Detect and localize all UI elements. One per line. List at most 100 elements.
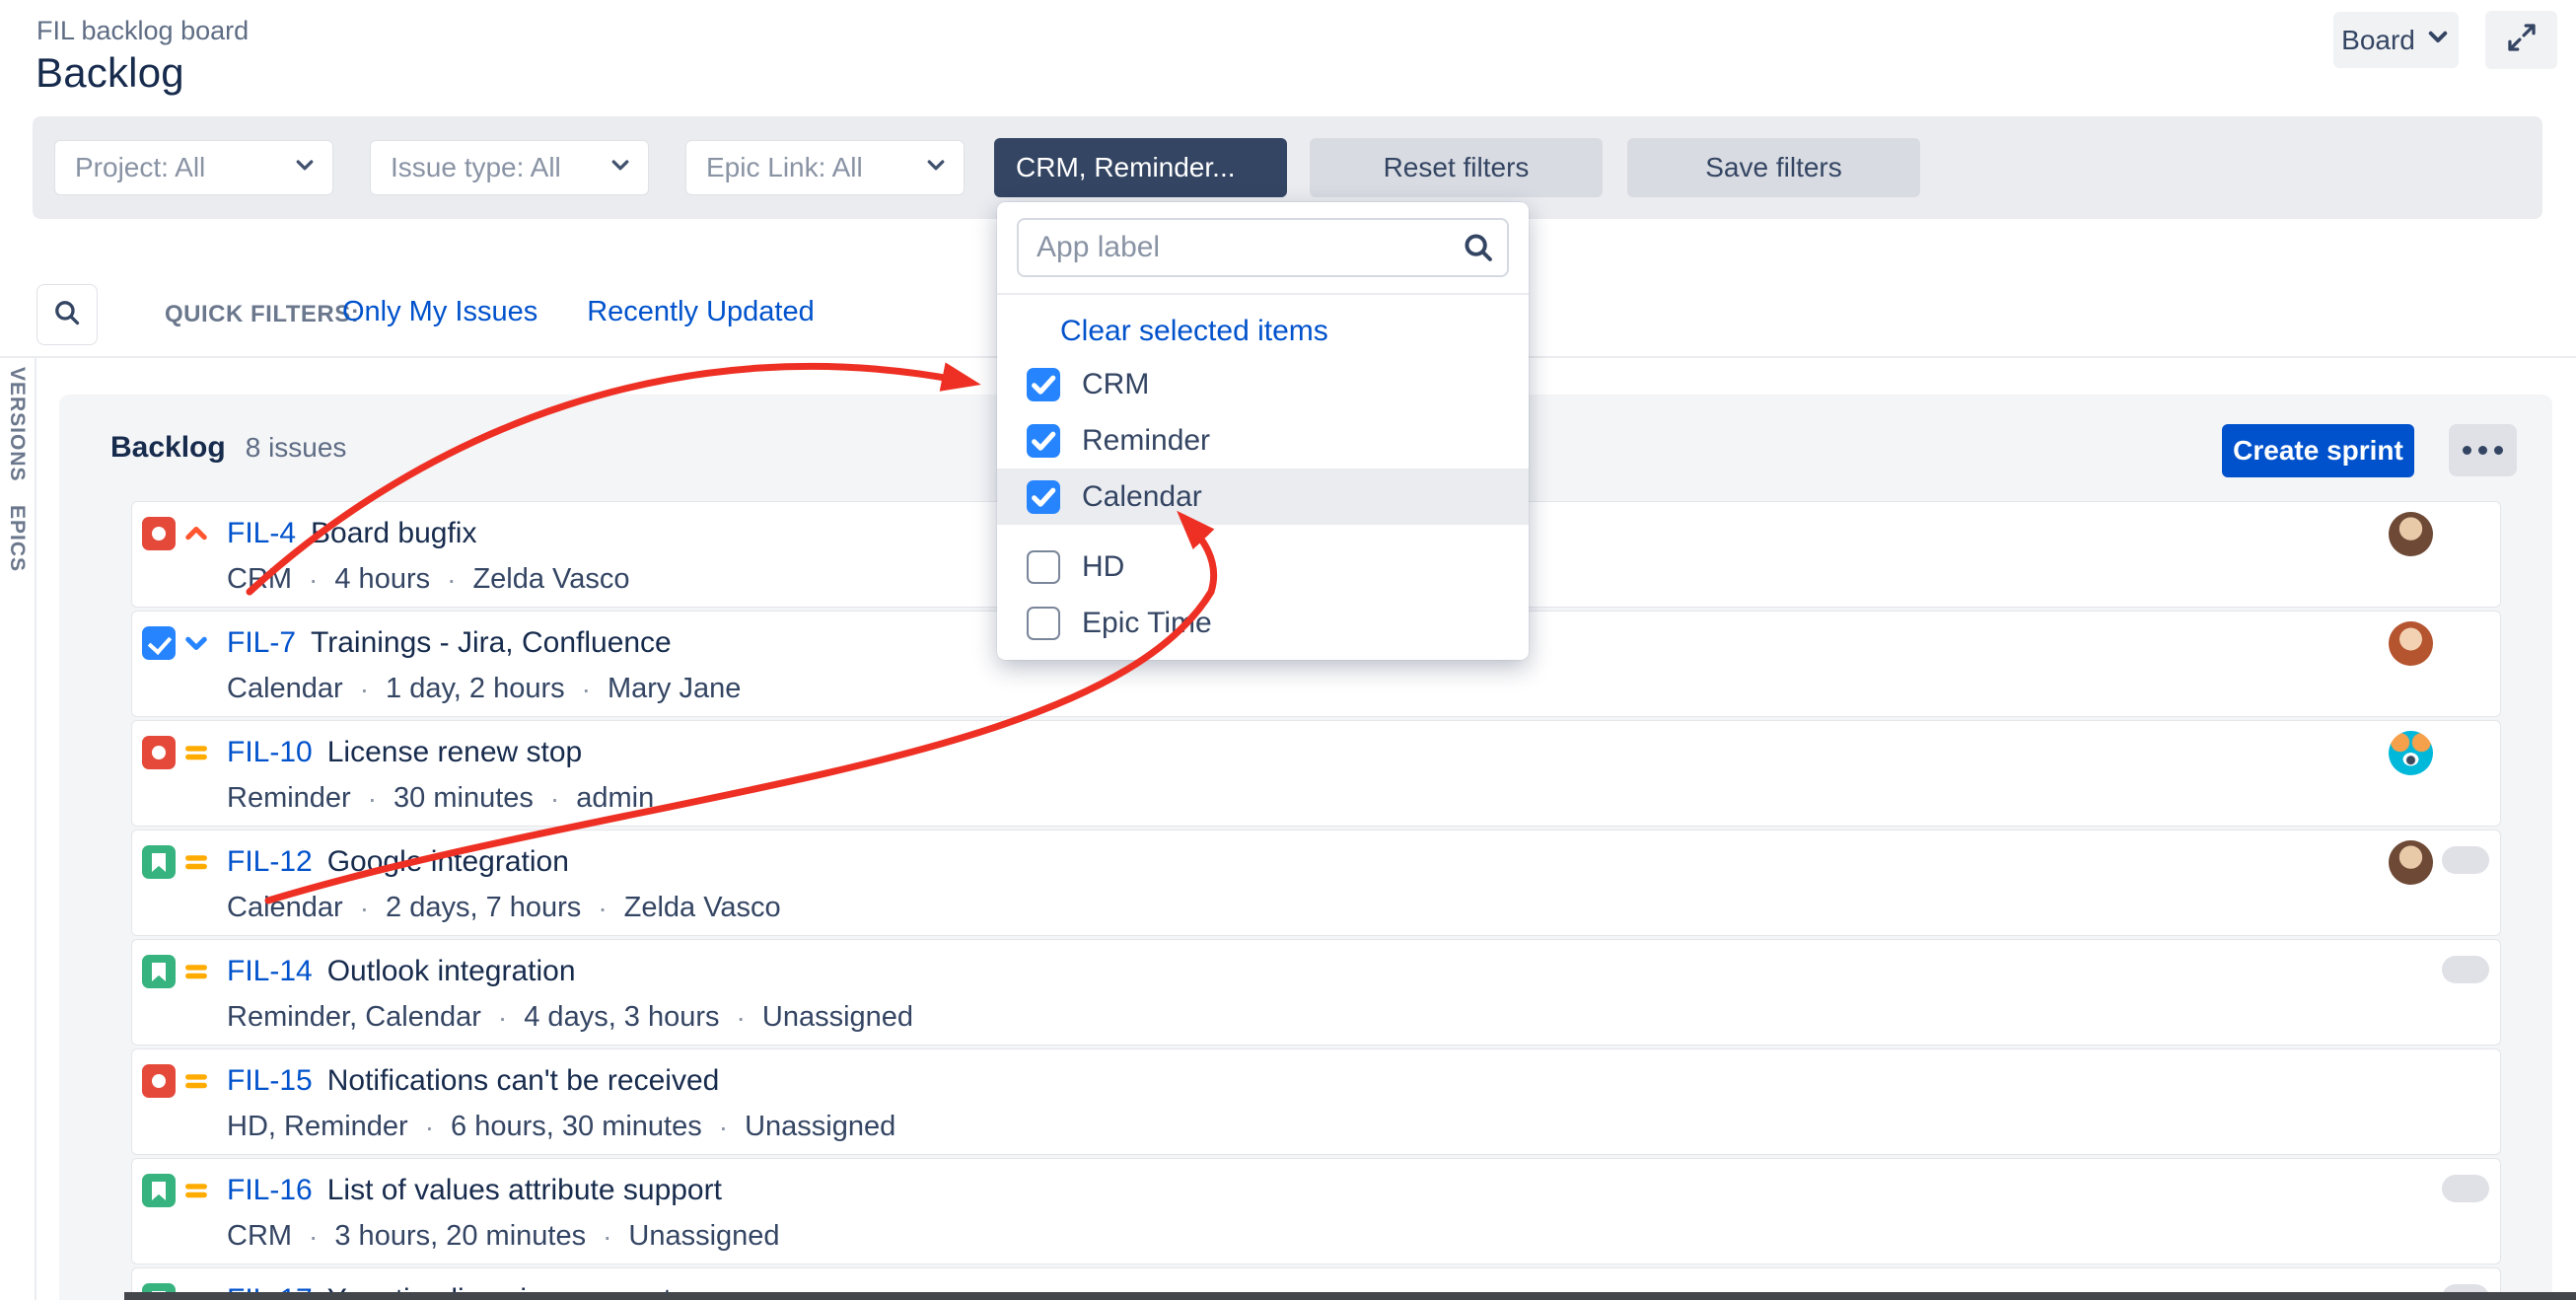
search-button[interactable] bbox=[36, 284, 98, 345]
priority-medium-icon bbox=[181, 738, 211, 767]
priority-medium-icon bbox=[181, 1066, 211, 1096]
assignee-avatar[interactable] bbox=[2389, 840, 2433, 885]
issue-card-fil-12[interactable]: FIL-12Google integrationCalendar·2 days,… bbox=[131, 830, 2501, 936]
issue-title: Outlook integration bbox=[327, 955, 576, 988]
save-filters-button[interactable]: Save filters bbox=[1627, 138, 1920, 197]
checkbox-icon[interactable] bbox=[1027, 550, 1060, 584]
assignee-avatar[interactable] bbox=[2389, 731, 2433, 775]
issue-labels: CRM bbox=[227, 1220, 292, 1253]
issue-card-fil-16[interactable]: FIL-16 List of values attribute support CR… bbox=[131, 1158, 2501, 1264]
issue-meta: Reminder, Calendar·4 days, 3 hours·Unass… bbox=[227, 1001, 913, 1034]
quick-filter-links: Only My Issues Recently Updated bbox=[342, 296, 815, 328]
task-issue-type-icon bbox=[142, 626, 176, 660]
app-label-filter-button[interactable]: CRM, Reminder... bbox=[994, 138, 1287, 197]
project-filter-select[interactable]: Project: All bbox=[54, 140, 333, 195]
priority-medium-icon bbox=[181, 957, 211, 986]
issue-key-link[interactable]: FIL-4 bbox=[227, 517, 296, 550]
quick-filter-only-my-issues[interactable]: Only My Issues bbox=[342, 296, 537, 328]
epic-link-filter-select[interactable]: Epic Link: All bbox=[685, 140, 965, 195]
bug-issue-type-icon bbox=[142, 517, 176, 550]
separator-dot: · bbox=[498, 1002, 507, 1034]
issue-meta: HD, Reminder·6 hours, 30 minutes·Unassig… bbox=[227, 1111, 895, 1143]
quick-filter-recently-updated[interactable]: Recently Updated bbox=[587, 296, 815, 328]
issue-key-link[interactable]: FIL-7 bbox=[227, 626, 296, 660]
assignee-avatar[interactable] bbox=[2389, 512, 2433, 556]
separator-dot: · bbox=[309, 1221, 318, 1253]
checkbox-icon[interactable] bbox=[1027, 480, 1060, 514]
backlog-more-button[interactable] bbox=[2449, 424, 2517, 476]
issue-meta: CRM·3 hours, 20 minutes·Unassigned bbox=[227, 1220, 780, 1253]
checkbox-icon[interactable] bbox=[1027, 368, 1060, 401]
issue-type-filter-value: Issue type: All bbox=[391, 152, 608, 183]
jira-backlog-page: FIL backlog board Backlog Board Project:… bbox=[0, 0, 2576, 1300]
create-sprint-button[interactable]: Create sprint bbox=[2222, 424, 2414, 477]
ellipsis-icon bbox=[2494, 446, 2503, 455]
priority-highest-icon bbox=[181, 519, 211, 548]
dropdown-option-reminder[interactable]: Reminder bbox=[997, 412, 1529, 469]
issue-title: List of values attribute support bbox=[327, 1174, 722, 1207]
issue-key-link[interactable]: FIL-14 bbox=[227, 955, 313, 988]
sidebar-item-epics[interactable]: EPICS bbox=[5, 505, 29, 572]
issue-key-link[interactable]: FIL-16 bbox=[227, 1174, 313, 1207]
reset-filters-button[interactable]: Reset filters bbox=[1310, 138, 1603, 197]
assignee-avatar[interactable] bbox=[2389, 621, 2433, 666]
search-icon bbox=[52, 298, 82, 332]
issue-labels: HD, Reminder bbox=[227, 1111, 408, 1143]
bottom-window-edge bbox=[124, 1292, 2576, 1300]
separator-dot: · bbox=[598, 893, 607, 924]
issue-row-main: FIL-16 List of values attribute support bbox=[142, 1171, 722, 1210]
issue-count: 8 issues bbox=[246, 432, 347, 464]
issue-card-fil-10[interactable]: FIL-10License renew stopReminder·30 minu… bbox=[131, 720, 2501, 827]
issue-assignee: Mary Jane bbox=[608, 673, 741, 705]
bug-issue-type-icon bbox=[142, 736, 176, 769]
backlog-section-title: Backlog bbox=[110, 431, 226, 465]
issue-title: Google integration bbox=[327, 845, 569, 879]
issue-row-main: FIL-4Board bugfix bbox=[142, 514, 476, 553]
clear-selected-items-link[interactable]: Clear selected items bbox=[1060, 315, 1328, 348]
checkbox-icon[interactable] bbox=[1027, 607, 1060, 640]
dropdown-option-hd[interactable]: HD bbox=[997, 539, 1529, 595]
issue-estimate: 4 days, 3 hours bbox=[524, 1001, 719, 1034]
dropdown-option-epic-time[interactable]: Epic Time bbox=[997, 595, 1529, 651]
issue-key-link[interactable]: FIL-12 bbox=[227, 845, 313, 879]
issue-card-fil-14[interactable]: FIL-14Outlook integrationReminder, Calen… bbox=[131, 939, 2501, 1046]
issue-key-link[interactable]: FIL-10 bbox=[227, 736, 313, 769]
issue-assignee: Unassigned bbox=[628, 1220, 779, 1253]
story-issue-type-icon bbox=[142, 955, 176, 988]
app-label-search bbox=[1017, 218, 1509, 277]
issue-assignee: Unassigned bbox=[762, 1001, 913, 1034]
sidebar-item-versions[interactable]: VERSIONS bbox=[5, 367, 29, 482]
app-label-dropdown: Clear selected items CRMReminderCalendar… bbox=[997, 202, 1529, 660]
app-label-search-input[interactable] bbox=[1017, 218, 1509, 277]
page-title: Backlog bbox=[36, 49, 184, 97]
separator-dot: · bbox=[719, 1112, 728, 1143]
dropdown-option-crm[interactable]: CRM bbox=[997, 356, 1529, 412]
issue-labels: Calendar bbox=[227, 892, 343, 924]
board-switcher-button[interactable]: Board bbox=[2333, 12, 2459, 68]
issue-assignee: admin bbox=[576, 782, 654, 815]
project-filter-value: Project: All bbox=[75, 152, 293, 183]
issue-row-main: FIL-12 Google integration bbox=[142, 842, 569, 882]
issue-type-filter-select[interactable]: Issue type: All bbox=[370, 140, 649, 195]
breadcrumb[interactable]: FIL backlog board bbox=[36, 16, 249, 46]
estimate-pill bbox=[2442, 956, 2489, 983]
separator-dot: · bbox=[550, 783, 559, 815]
estimate-pill bbox=[2442, 846, 2489, 874]
issue-labels: CRM bbox=[227, 563, 292, 596]
checkbox-icon[interactable] bbox=[1027, 424, 1060, 458]
dropdown-option-calendar[interactable]: Calendar bbox=[997, 469, 1529, 525]
issue-meta: Calendar·2 days, 7 hours·Zelda Vasco bbox=[227, 892, 781, 924]
issue-estimate: 6 hours, 30 minutes bbox=[451, 1111, 702, 1143]
issue-row-main: FIL-14 Outlook integration bbox=[142, 952, 576, 991]
fullscreen-expand-button[interactable] bbox=[2485, 11, 2557, 69]
issue-row-main: FIL-10License renew stop bbox=[142, 733, 582, 772]
issue-meta: Calendar·1 day, 2 hours·Mary Jane bbox=[227, 673, 741, 705]
issue-card-fil-15[interactable]: FIL-15Notifications can't be receivedHD,… bbox=[131, 1048, 2501, 1155]
issue-labels: Reminder bbox=[227, 782, 351, 815]
ellipsis-icon bbox=[2463, 446, 2471, 455]
issue-key-link[interactable]: FIL-15 bbox=[227, 1064, 313, 1098]
dropdown-divider bbox=[997, 293, 1529, 295]
issue-assignee: Zelda Vasco bbox=[624, 892, 781, 924]
issue-estimate: 1 day, 2 hours bbox=[386, 673, 565, 705]
priority-low-icon bbox=[181, 628, 211, 658]
